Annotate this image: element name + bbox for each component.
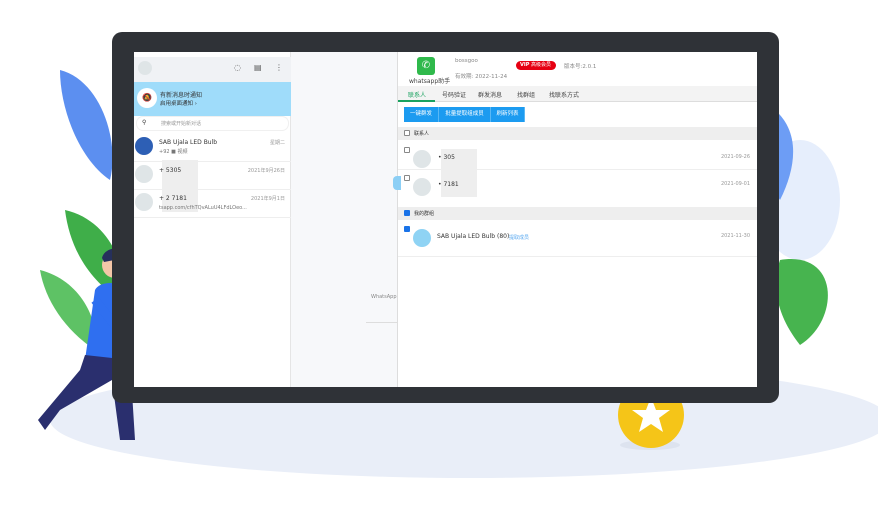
tab-find-groups[interactable]: 找群组	[517, 90, 535, 99]
notify-title: 有新消息时通知	[160, 92, 203, 99]
enable-notifications-link[interactable]: 启用桌面通知 ›	[160, 99, 197, 107]
avatar	[135, 165, 153, 183]
status-icon[interactable]: ◌	[234, 63, 241, 72]
extract-members-link[interactable]: 提取成员	[509, 234, 529, 241]
whatsapp-chat-list-panel: ◌ ▤ ⋮ 🔕 有新消息时通知 启用桌面通知 › ⚲ 搜索或开始新对话 SAB …	[134, 52, 291, 387]
username: bossgoo	[455, 58, 478, 64]
menu-icon[interactable]: ⋮	[275, 63, 283, 72]
tab-number-verify[interactable]: 号码验证	[442, 90, 466, 99]
version: 版本号:2.0.1	[564, 64, 597, 70]
profile-avatar[interactable]	[138, 61, 152, 75]
contact-row[interactable]: • 7181 2021-09-01	[398, 170, 757, 197]
whatsapp-intro-panel: WhatsApp	[291, 52, 397, 387]
leaf-icon	[776, 259, 828, 345]
chat-item[interactable]: + 2 7181 tsapp.com/cfhTQvALuU4LFdLOeo...…	[134, 190, 291, 218]
active-tab-indicator	[398, 100, 435, 102]
avatar	[135, 193, 153, 211]
contact-checkbox[interactable]	[404, 175, 410, 181]
groups-section-header: 我的群组	[398, 207, 757, 220]
chat-item[interactable]: SAB Ujala LED Bulb +92 ■ 视频 星期二	[134, 134, 291, 162]
extract-members-button[interactable]: 批量提取组成员	[439, 107, 491, 122]
bell-off-icon: 🔕	[137, 88, 157, 108]
contacts-section-header: 联系人	[398, 127, 757, 140]
select-all-contacts-checkbox[interactable]	[404, 130, 410, 136]
collapse-panel-handle[interactable]	[393, 176, 401, 190]
avatar	[413, 178, 431, 196]
group-row[interactable]: SAB Ujala LED Bulb (80) 提取成员 2021-11-30	[398, 222, 757, 257]
refresh-list-button[interactable]: 刷新列表	[491, 107, 525, 122]
chat-item[interactable]: + 5305 2021年9月26日	[134, 162, 291, 190]
avatar	[413, 150, 431, 168]
contact-checkbox[interactable]	[404, 147, 410, 153]
header: ◌ ▤ ⋮	[134, 57, 291, 82]
contact-row[interactable]: • 305 2021-09-26	[398, 142, 757, 170]
new-chat-icon[interactable]: ▤	[254, 63, 262, 72]
vip-badge: VIP 高级会员	[516, 61, 556, 70]
tab-contacts[interactable]: 联系人	[408, 90, 426, 99]
screen: ◌ ▤ ⋮ 🔕 有新消息时通知 启用桌面通知 › ⚲ 搜索或开始新对话 SAB …	[134, 52, 757, 387]
leaf-icon	[60, 70, 113, 180]
bulk-send-button[interactable]: 一键群发	[404, 107, 439, 122]
notification-banner[interactable]: 🔕 有新消息时通知 启用桌面通知 ›	[134, 82, 291, 116]
tab-bulk-message[interactable]: 群发消息	[478, 90, 502, 99]
leaf-icon	[40, 270, 96, 350]
avatar	[135, 137, 153, 155]
select-all-groups-checkbox[interactable]	[404, 210, 410, 216]
group-checkbox[interactable]	[404, 226, 410, 232]
tab-find-contacts[interactable]: 找联系方式	[549, 90, 579, 99]
whatsapp-logo-icon: ✆	[417, 57, 435, 75]
search-input[interactable]: ⚲ 搜索或开始新对话	[137, 117, 288, 130]
whatsapp-helper-panel: ✆ whatsapp助手 bossgoo 有效期: 2022-11-24 VIP…	[397, 52, 757, 387]
search-icon: ⚲	[142, 119, 147, 126]
expiry-date: 有效期: 2022-11-24	[455, 74, 508, 80]
group-avatar	[413, 229, 431, 247]
